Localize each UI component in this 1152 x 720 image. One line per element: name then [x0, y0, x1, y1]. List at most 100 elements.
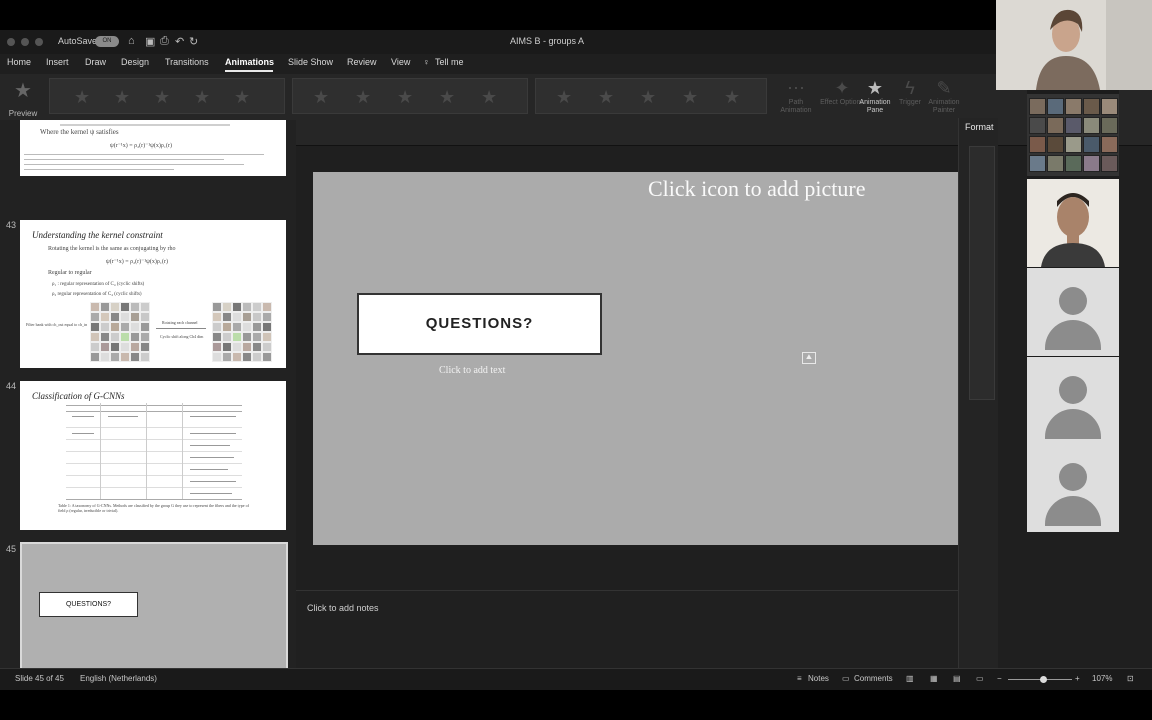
home-icon[interactable]: ⌂	[128, 35, 135, 47]
effect-star-icon: ★	[556, 87, 573, 107]
effect-star-icon: ★	[397, 87, 414, 107]
slide-45-questions-box: QUESTIONS?	[39, 592, 138, 617]
table-rule	[66, 427, 242, 428]
participant-video-tile[interactable]	[1027, 179, 1119, 267]
arrow-caption-bottom: Cyclic shift along Ch4 dim	[160, 334, 204, 339]
zoom-window-button[interactable]	[35, 38, 43, 46]
table-rule	[66, 475, 242, 476]
slide-thumbnail-42[interactable]: Where the kernel ψ satisfies ψ(r⁻¹x) = ρ…	[20, 120, 286, 176]
notes-icon: ≡	[797, 674, 802, 683]
zoom-slider-knob[interactable]	[1040, 676, 1048, 683]
save-icon[interactable]: ▣	[145, 35, 155, 48]
tab-transitions[interactable]: Transitions	[165, 57, 209, 67]
picture-placeholder[interactable]: Click icon to add picture	[648, 176, 866, 202]
table-cell	[108, 416, 138, 417]
tab-view[interactable]: View	[391, 57, 410, 67]
slideshow-icon[interactable]: ▭	[976, 674, 984, 683]
star-icon: ★	[14, 80, 32, 102]
undo-icon[interactable]: ↶	[175, 35, 184, 48]
participant-thumbnail	[1047, 117, 1064, 134]
tab-design[interactable]: Design	[121, 57, 149, 67]
slide-43-title: Understanding the kernel constraint	[32, 230, 163, 240]
slide-counter: Slide 45 of 45	[15, 674, 64, 683]
notes-toggle[interactable]: Notes	[808, 674, 829, 683]
slide-thumbnail-43[interactable]: Understanding the kernel constraint Rota…	[20, 220, 286, 368]
path-animation-button[interactable]: ⋯ Path Animation	[774, 78, 818, 115]
entrance-effects-gallery[interactable]: ★ ★ ★ ★ ★	[49, 78, 285, 114]
participant-gallery-tile[interactable]	[1027, 94, 1119, 176]
table-rule	[66, 439, 242, 440]
self-view-video[interactable]	[996, 0, 1152, 90]
participant-thumbnail	[1065, 136, 1082, 153]
arrow-line	[156, 328, 206, 329]
participant-tile-no-video[interactable]	[1027, 268, 1119, 356]
participant-tile-no-video[interactable]	[1027, 357, 1119, 445]
effect-star-icon: ★	[439, 87, 456, 107]
ribbon-tabs: Home Insert Draw Design Transitions Anim…	[0, 54, 1152, 74]
participant-thumbnail	[1101, 136, 1118, 153]
table-cell	[190, 481, 236, 482]
text-placeholder[interactable]: Click to add text	[439, 365, 505, 376]
user-avatar-icon	[1045, 496, 1101, 526]
comments-toggle[interactable]: Comments	[854, 674, 893, 683]
fit-slide-icon[interactable]: ⊡	[1127, 674, 1134, 683]
zoom-in-icon[interactable]: +	[1075, 674, 1080, 683]
exit-effects-gallery[interactable]: ★ ★ ★ ★ ★	[535, 78, 767, 114]
slide-44-title: Classification of G-CNNs	[32, 391, 125, 401]
effect-star-icon: ★	[313, 87, 330, 107]
close-window-button[interactable]	[7, 38, 15, 46]
participant-thumbnail	[1047, 98, 1064, 115]
zoom-level[interactable]: 107%	[1092, 674, 1112, 683]
tab-review[interactable]: Review	[347, 57, 377, 67]
zoom-out-icon[interactable]: −	[997, 674, 1002, 683]
normal-view-icon[interactable]: ▥	[906, 674, 914, 683]
animation-painter-button[interactable]: ✎ Animation Painter	[922, 78, 966, 115]
table-cell	[190, 416, 236, 417]
effect-star-icon: ★	[481, 87, 498, 107]
participant-thumbnail	[1047, 136, 1064, 153]
lightbulb-icon: ♀	[423, 57, 430, 67]
reference-line	[24, 154, 264, 155]
arrow-caption-top: Rotating each channel	[162, 320, 198, 325]
kernel-mosaic-left	[90, 302, 150, 362]
table-cell	[190, 469, 228, 470]
zoom-slider[interactable]	[1008, 676, 1072, 683]
notes-placeholder[interactable]: Click to add notes	[307, 603, 379, 613]
tab-insert[interactable]: Insert	[46, 57, 69, 67]
tab-home[interactable]: Home	[7, 57, 31, 67]
table-column-rule	[182, 403, 183, 499]
notes-pane[interactable]: Click to add notes	[296, 590, 958, 668]
slide-43-line: Rotating the kernel is the same as conju…	[48, 246, 176, 252]
emphasis-effects-gallery[interactable]: ★ ★ ★ ★ ★	[292, 78, 528, 114]
table-cell	[190, 433, 236, 434]
active-tab-indicator	[225, 70, 273, 72]
reference-line	[24, 169, 174, 170]
format-pane: Format	[958, 118, 998, 668]
insert-picture-icon[interactable]: ⛰	[802, 352, 816, 364]
comments-icon: ▭	[842, 674, 850, 683]
questions-text-box[interactable]: QUESTIONS?	[357, 293, 602, 355]
slide-editing-canvas[interactable]: Click icon to add picture QUESTIONS? Cli…	[313, 172, 958, 545]
language-indicator[interactable]: English (Netherlands)	[80, 674, 157, 683]
minimize-window-button[interactable]	[21, 38, 29, 46]
effect-star-icon: ★	[355, 87, 372, 107]
tab-draw[interactable]: Draw	[85, 57, 106, 67]
slide-sorter-icon[interactable]: ▦	[930, 674, 938, 683]
tab-animations[interactable]: Animations	[225, 57, 274, 67]
participant-thumbnail	[1083, 136, 1100, 153]
slide-thumbnail-44[interactable]: Classification of G-CNNs Table 1: A taxo	[20, 381, 286, 530]
kernel-mosaic-right	[212, 302, 272, 362]
participant-tile-no-video[interactable]	[1027, 444, 1119, 532]
print-icon[interactable]: ⎙	[160, 35, 169, 48]
effect-star-icon: ★	[682, 87, 699, 107]
preview-button[interactable]: ★ Preview	[6, 78, 40, 118]
slide-thumbnail-45-selected[interactable]: QUESTIONS?	[20, 542, 288, 668]
tab-slide-show[interactable]: Slide Show	[288, 57, 333, 67]
redo-icon[interactable]: ↻	[189, 35, 198, 48]
slide-43-caption: Filter bank with ch_out equal to ch_in	[26, 322, 88, 327]
autosave-toggle[interactable]: ON	[95, 36, 119, 47]
slide-thumbnail-panel[interactable]: Where the kernel ψ satisfies ψ(r⁻¹x) = ρ…	[0, 120, 296, 668]
table-cell	[190, 457, 234, 458]
reading-view-icon[interactable]: ▤	[953, 674, 961, 683]
tab-tell-me[interactable]: Tell me	[435, 57, 464, 67]
